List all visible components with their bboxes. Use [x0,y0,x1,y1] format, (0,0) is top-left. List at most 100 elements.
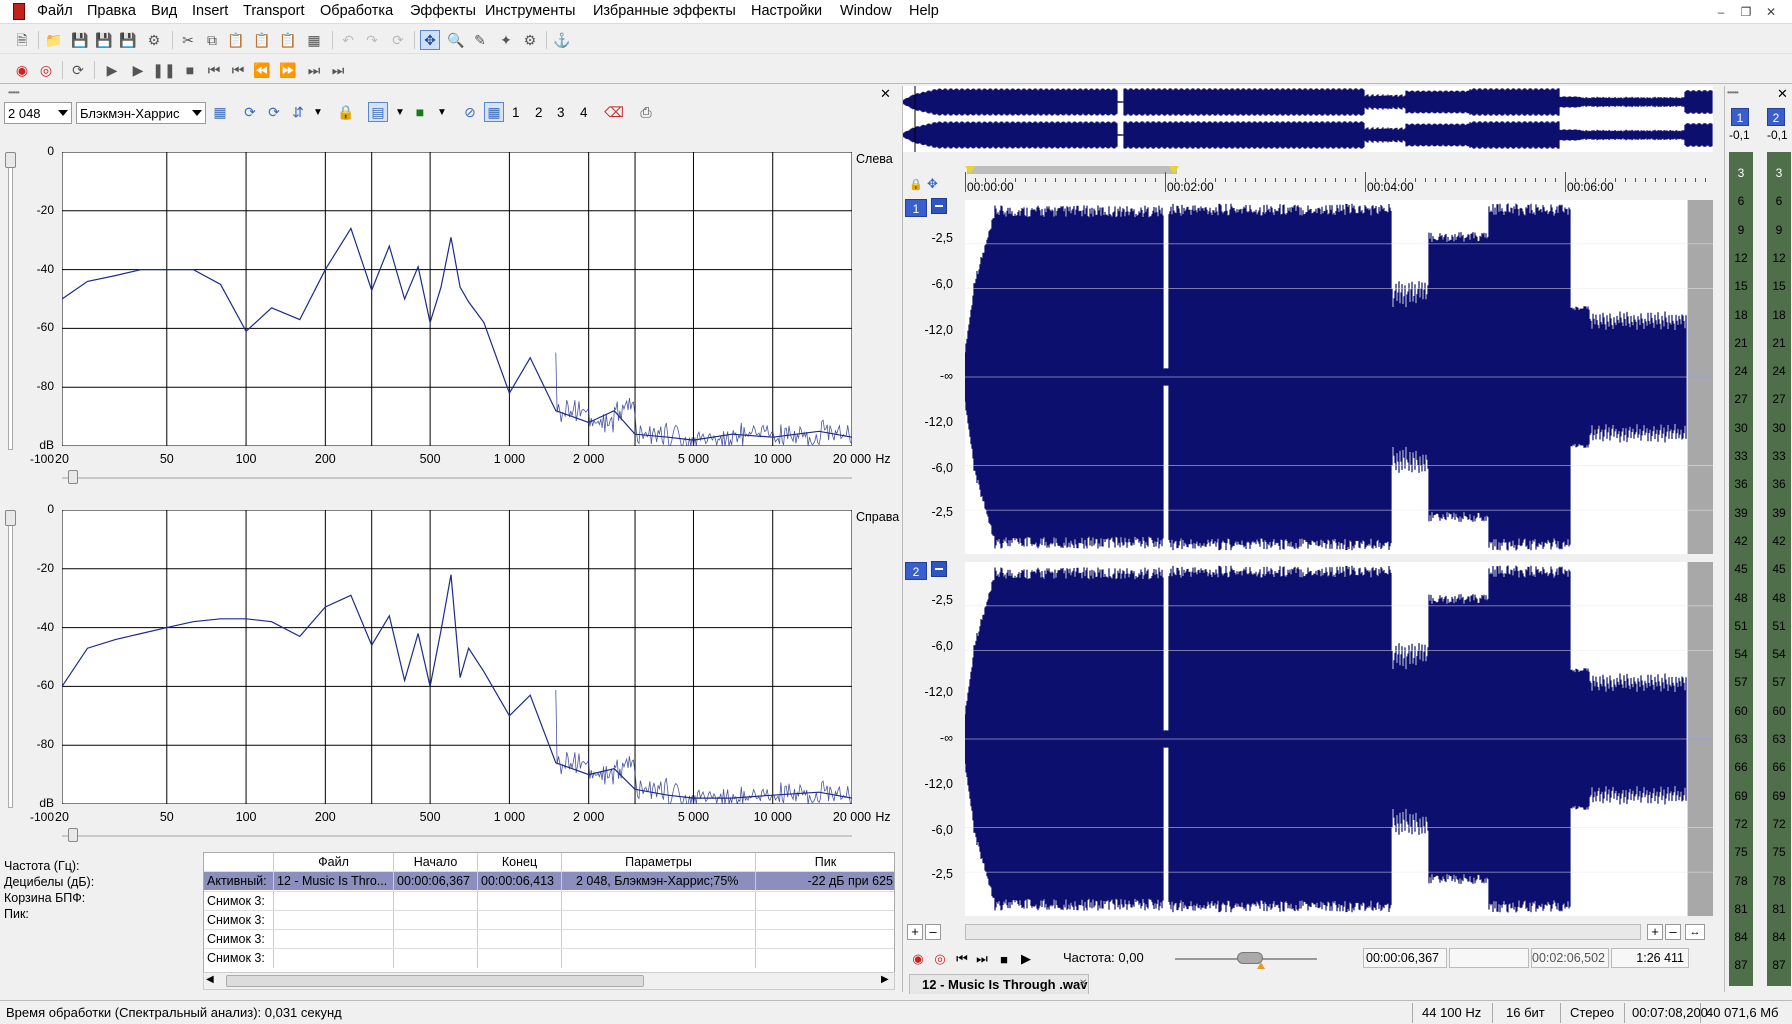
go-start-icon[interactable]: ⏮ [953,950,971,968]
save-as-icon[interactable]: 💾 [94,30,114,50]
restore-icon[interactable]: ❐ [1737,4,1755,20]
save-icon[interactable]: 💾 [70,30,90,50]
menu-edit[interactable]: Правка [87,3,136,19]
track-1-button[interactable]: 1 [905,199,927,217]
zoom-in-vertical-button[interactable]: + [907,924,923,940]
table-row-active[interactable]: Активный: 12 - Music Is Thro... 00:00:06… [204,871,894,891]
zoom-ratio-field[interactable]: 1:26 411 [1611,948,1689,968]
record-icon[interactable]: ◉ [909,950,927,968]
render-icon[interactable]: ⚙ [144,30,164,50]
slider-thumb[interactable] [68,828,78,842]
scrub-tool-icon[interactable]: ⚙ [520,30,540,50]
play-all-icon[interactable]: ▶ [102,60,122,80]
cut-icon[interactable]: ✂ [178,30,198,50]
loop-icon[interactable]: ⟳ [68,60,88,80]
open-folder-icon[interactable]: 📁 [44,30,64,50]
meter-channel-2-button[interactable]: 2 [1767,108,1785,126]
cursor-position-field[interactable]: 00:00:06,367 [1363,948,1447,968]
col-header-end[interactable]: Конец [478,853,562,871]
track-1-minimize[interactable] [931,198,947,214]
snap-icon[interactable]: ⚓ [552,30,572,50]
play-icon[interactable]: ▶ [128,60,148,80]
mix-paste-icon[interactable]: 📋 [252,30,272,50]
prev-marker-icon[interactable]: ⏮ [228,60,248,80]
record-icon[interactable]: ◉ [12,60,32,80]
auto-refresh-icon[interactable]: ⟳ [264,102,284,122]
menu-transport[interactable]: Transport [243,3,305,19]
stop-icon[interactable]: ■ [180,60,200,80]
right-channel-level-slider[interactable] [8,510,13,808]
col-header-peak[interactable]: Пик [756,853,894,871]
meter-channel-1-button[interactable]: 1 [1731,108,1749,126]
selection-end-marker[interactable] [1169,166,1179,174]
new-file-icon[interactable]: 🗎 [12,30,32,50]
zoom-in-horizontal-button[interactable]: + [1647,924,1663,940]
zoom-out-horizontal-button[interactable]: – [1665,924,1681,940]
snapshot-icon[interactable]: ▦ [484,102,504,122]
table-row[interactable]: Снимок 3: [204,929,894,949]
track-2-minimize[interactable] [931,561,947,577]
paste-icon[interactable]: 📋 [226,30,246,50]
panel-grip[interactable]: •••••• [8,88,20,97]
window-select[interactable]: Блэкмэн-Харрис [76,102,206,124]
channel-mode[interactable]: Стерео [1570,1005,1614,1020]
paste-new-icon[interactable]: 📋 [278,30,298,50]
menu-tools[interactable]: Инструменты [485,3,575,19]
envelope-tool-icon[interactable]: ✦ [496,30,516,50]
close-icon[interactable]: ✕ [1762,4,1780,20]
table-row[interactable]: Снимок 3: [204,891,894,911]
print-icon[interactable]: ⎙ [636,102,656,122]
snapshot-4[interactable]: 4 [580,105,588,120]
record-punch-icon[interactable]: ◎ [931,950,949,968]
right-freq-range-slider[interactable] [62,835,852,837]
table-horizontal-scrollbar[interactable]: ◀ ▶ [203,972,895,990]
sample-rate[interactable]: 44 100 Hz [1422,1005,1481,1020]
file-tab[interactable]: 12 - Music Is Through .wav [909,974,1089,994]
menu-insert[interactable]: Insert [192,3,228,19]
fft-size-select[interactable]: 2 048 [4,102,72,124]
color-icon[interactable]: ■ [410,102,430,122]
overview-waveform[interactable] [902,86,1713,152]
play-icon[interactable]: ▶ [1017,950,1035,968]
overview-scroll[interactable] [967,166,1177,174]
snapshot-1[interactable]: 1 [512,105,520,120]
edit-tool-icon[interactable]: ✥ [420,30,440,50]
selection-end-field[interactable]: 00:02:06,502 [1531,948,1609,968]
track-1-waveform[interactable] [964,200,1714,554]
track-2-button[interactable]: 2 [905,562,927,580]
settings-icon[interactable]: ▦ [210,102,230,122]
menu-favorites[interactable]: Избранные эффекты [593,3,736,19]
menu-process[interactable]: Обработка [320,3,393,19]
menu-options[interactable]: Настройки [751,3,822,19]
scroll-left-icon[interactable]: ◀ [206,974,214,985]
app-icon[interactable] [13,3,25,20]
col-header-start[interactable]: Начало [394,853,478,871]
snapshot-table[interactable]: Файл Начало Конец Параметры Пик Активный… [203,852,895,980]
track-2-waveform[interactable] [964,562,1714,916]
menu-help[interactable]: Help [909,3,939,19]
table-row[interactable]: Снимок 3: [204,910,894,930]
menu-view[interactable]: Вид [151,3,177,19]
close-icon[interactable]: ✕ [1777,86,1788,102]
trim-icon[interactable]: ▦ [304,30,324,50]
record-punch-icon[interactable]: ◎ [36,60,56,80]
slider-thumb[interactable] [5,152,16,168]
slider-thumb[interactable] [5,510,16,526]
table-row[interactable]: Снимок 3: [204,948,894,968]
col-header-params[interactable]: Параметры [562,853,756,871]
horizontal-scrollbar[interactable] [965,924,1641,940]
save-all-icon[interactable]: 💾 [118,30,138,50]
pencil-tool-icon[interactable]: ✎ [470,30,490,50]
right-spectrum-graph[interactable] [62,510,852,804]
left-spectrum-graph[interactable] [62,152,852,446]
repeat-icon[interactable]: ⟳ [388,30,408,50]
forward-icon[interactable]: ⏩ [278,60,298,80]
lock-icon[interactable]: 🔒 [909,178,923,191]
slider-thumb[interactable] [68,470,78,484]
zoom-full-button[interactable]: ↔ [1685,924,1705,940]
menu-window[interactable]: Window [840,3,892,19]
stop-icon[interactable]: ■ [995,950,1013,968]
close-icon[interactable]: ✕ [880,86,891,102]
close-tab-icon[interactable]: ✕ [1079,978,1087,989]
graph-type-icon[interactable]: ▤ [368,102,388,122]
